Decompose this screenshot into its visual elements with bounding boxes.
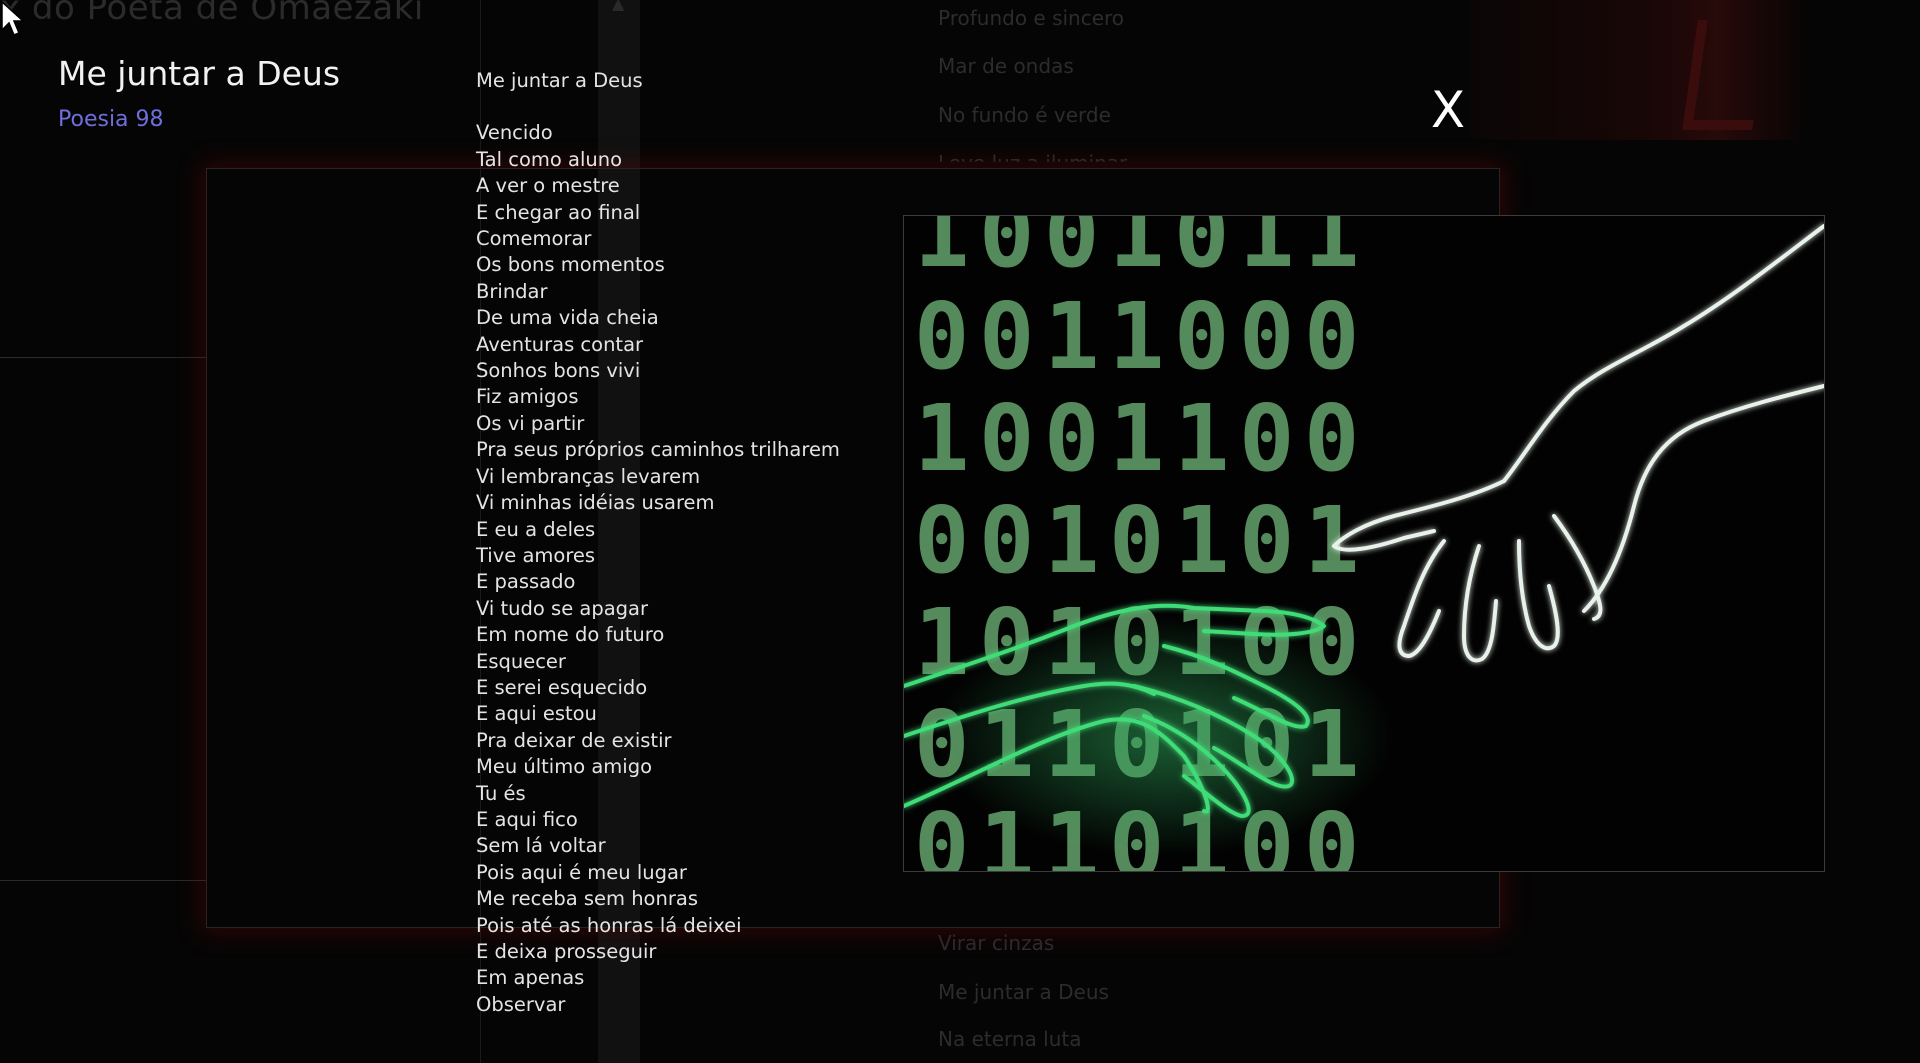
poem-line: E eu a deles <box>476 517 596 541</box>
poem-line: Observar <box>476 992 566 1016</box>
binary-digit: 0 <box>1304 385 1359 492</box>
binary-digit: 0 <box>979 283 1034 390</box>
binary-digit: 0 <box>914 487 969 594</box>
poem-line: Meu último amigo <box>476 755 653 779</box>
poem-line: De uma vida cheia <box>476 306 659 330</box>
background-list-item[interactable]: Na eterna luta <box>938 1027 1082 1051</box>
poem-line: Vi minhas idéias usarem <box>476 491 715 515</box>
poem-line: E deixa prosseguir <box>476 940 657 963</box>
poem-line: E aqui fico <box>476 807 578 831</box>
binary-digit: 0 <box>979 487 1034 594</box>
poem-line: E serei esquecido <box>476 675 648 699</box>
poem-line: Comemorar <box>476 227 592 251</box>
background-list-item[interactable]: No fundo é verde <box>938 103 1111 127</box>
binary-digit: 0 <box>979 216 1034 288</box>
poem-line: Pois aqui é meu lugar <box>476 860 687 884</box>
binary-digit: 0 <box>979 385 1034 492</box>
poem-line: Pois até as honras lá deixei <box>476 913 742 937</box>
poem-line: Em apenas <box>476 966 585 990</box>
poem-line: Tu és <box>476 781 526 805</box>
background-divider <box>0 357 206 358</box>
poem-line: Pra seus próprios caminhos trilharem <box>476 438 840 462</box>
poem-line: Fiz amigos <box>476 385 579 409</box>
binary-digit: 0 <box>1174 216 1229 288</box>
poem-line: Sem lá voltar <box>476 834 606 858</box>
poem-line: Em nome do futuro <box>476 623 665 647</box>
binary-digit: 0 <box>1239 487 1294 594</box>
binary-digit: 0 <box>1044 216 1099 288</box>
poem-line: Tal como aluno <box>476 147 623 171</box>
poem-line: Sonhos bons vivi <box>476 359 641 383</box>
poem-line: Os bons momentos <box>476 253 665 277</box>
binary-digit: 1 <box>1304 487 1359 594</box>
poem-line: Me receba sem honras <box>476 887 698 911</box>
background-list-item[interactable]: Mar de ondas <box>938 54 1074 78</box>
binary-digit: 0 <box>1239 385 1294 492</box>
poem-line: Brindar <box>476 279 548 303</box>
poem-line: Vi tudo se apagar <box>476 596 649 620</box>
poem-line: Tive amores <box>476 543 596 567</box>
binary-digit: 1 <box>914 385 969 492</box>
poem-line: Vi lembranças levarem <box>476 464 701 488</box>
binary-digit: 0 <box>1239 283 1294 390</box>
background-page-title: x do Poeta de Omaezaki <box>0 0 424 28</box>
background-divider <box>0 880 206 881</box>
poem-line: E aqui estou <box>476 702 597 726</box>
binary-digit: 1 <box>1109 283 1164 390</box>
poem-line: A ver o mestre <box>476 174 620 198</box>
poem-viewer-title: Me juntar a Deus <box>58 54 341 93</box>
binary-digit: 1 <box>1109 216 1164 288</box>
background-list-item[interactable]: Profundo e sincero <box>938 6 1124 30</box>
binary-digit: 0 <box>1044 385 1099 492</box>
binary-digit: 0 <box>914 283 969 390</box>
poem-line: Vencido <box>476 121 553 145</box>
binary-digit: 0 <box>1304 283 1359 390</box>
binary-digit: 1 <box>1044 487 1099 594</box>
background-list-item[interactable]: Virar cinzas <box>938 931 1054 955</box>
close-button[interactable]: X <box>1428 80 1468 140</box>
binary-digit: 1 <box>1109 385 1164 492</box>
binary-digit: 0 <box>1174 283 1229 390</box>
poem-line: E passado <box>476 570 576 594</box>
poem-line: Os vi partir <box>476 411 585 435</box>
mouse-cursor-icon <box>1 0 25 36</box>
poem-lines: Vencido Tal como aluno A ver o mestre E che… <box>476 120 896 1018</box>
scroll-up-arrow-icon[interactable]: ▲ <box>612 0 624 13</box>
background-list-item[interactable]: Me juntar a Deus <box>938 980 1109 1004</box>
poem-title: Me juntar a Deus <box>476 69 643 92</box>
binary-digit: 1 <box>1174 385 1229 492</box>
binary-digit: 0 <box>914 793 969 871</box>
poem-viewer-subtitle: Poesia 98 <box>58 107 164 132</box>
poem-line: Aventuras contar <box>476 332 644 356</box>
poem-text: Me juntar a Deus Vencido Tal como aluno A … <box>476 68 896 1018</box>
binary-digit: 1 <box>1304 216 1359 288</box>
binary-digit: 1 <box>1239 216 1294 288</box>
poem-line: Esquecer <box>476 649 566 673</box>
binary-hands-illustration: 1001011001100010011000010101101010001101… <box>903 215 1825 872</box>
poem-line: Pra deixar de existir <box>476 728 672 752</box>
binary-digit: 1 <box>1044 283 1099 390</box>
poem-line: E chegar ao final <box>476 200 641 224</box>
binary-digit: 1 <box>914 216 969 288</box>
binary-digit: 1 <box>1174 487 1229 594</box>
binary-digit: 0 <box>1109 487 1164 594</box>
